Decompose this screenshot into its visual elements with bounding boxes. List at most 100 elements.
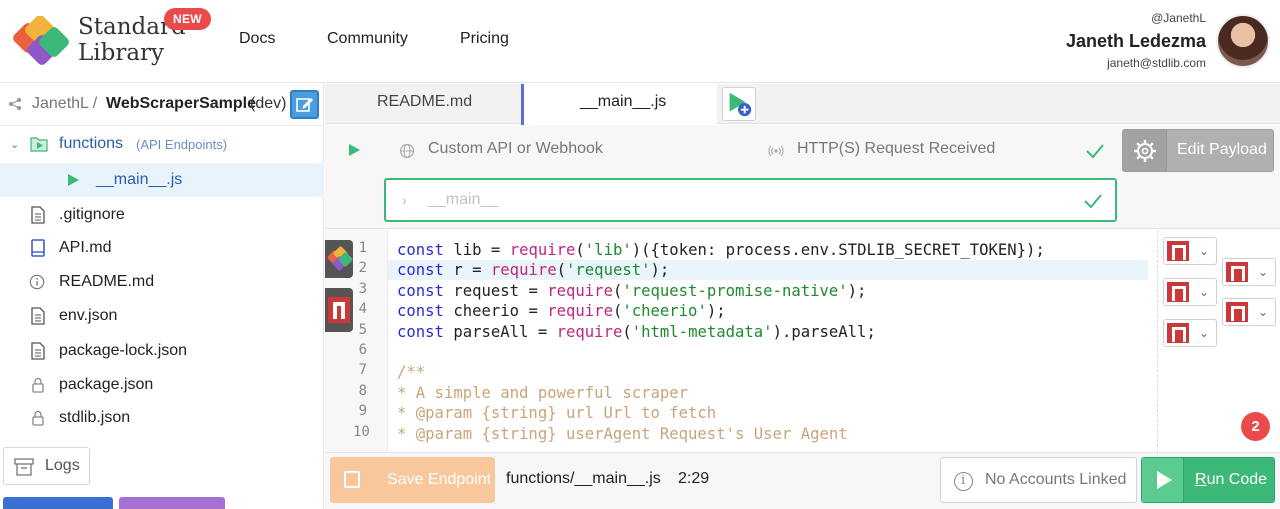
nav-docs-link[interactable]: Docs xyxy=(239,30,275,48)
logs-button[interactable]: Logs xyxy=(3,447,90,485)
run-code-button[interactable]: Run Code xyxy=(1141,457,1275,503)
logs-label: Logs xyxy=(45,457,80,474)
edit-payload-button[interactable]: Edit Payload xyxy=(1122,129,1274,172)
npm-package-dropdown[interactable]: ⌄ xyxy=(1163,319,1217,347)
code-line[interactable]: * A simple and powerful scraper xyxy=(397,383,1157,403)
breadcrumb-owner[interactable]: JanethL / xyxy=(32,95,97,113)
sidebar-item-label: API.md xyxy=(59,239,112,256)
sidebar-item-functions-folder[interactable]: ⌄ functions (API Endpoints) xyxy=(0,127,324,161)
code-token: 'request' xyxy=(566,261,651,280)
code-editor[interactable]: 1 2 3 4 5 6 7 8 9 10 const lib = require('lib')({… xyxy=(325,230,1157,452)
functions-folder-icon xyxy=(30,137,48,152)
npm-icon xyxy=(1167,241,1189,261)
line-number: 7 xyxy=(358,362,367,379)
function-selector[interactable]: › __main__ xyxy=(384,178,1117,222)
code-line[interactable]: /** xyxy=(397,362,1157,382)
code-line[interactable]: * @param {string} userAgent Request's Us… xyxy=(397,424,1157,444)
api-type-label[interactable]: Custom API or Webhook xyxy=(428,140,603,158)
book-icon xyxy=(31,239,45,257)
code-token: const xyxy=(397,261,444,280)
archive-icon xyxy=(14,458,34,476)
add-endpoint-icon xyxy=(729,92,752,117)
code-token: require xyxy=(490,261,557,280)
edit-project-button[interactable] xyxy=(290,90,319,119)
functions-folder-sublabel: (API Endpoints) xyxy=(136,137,228,152)
npm-icon xyxy=(1226,302,1248,322)
chevron-right-icon: › xyxy=(402,192,407,208)
current-file-path: functions/__main__.js xyxy=(506,470,661,487)
bottom-toolbar: Save Endpoint functions/__main__.js 2:29… xyxy=(325,452,1280,509)
sidebar-bottom-button-purple[interactable] xyxy=(119,497,225,509)
sidebar-item-api-md[interactable]: API.md xyxy=(0,231,324,265)
file-sidebar: JanethL / WebScraperSample (dev) ⌄ funct… xyxy=(0,84,324,509)
user-handle: @JanethL xyxy=(1151,11,1206,25)
code-token: ( xyxy=(612,302,623,321)
code-token: ( xyxy=(575,241,585,259)
sidebar-item-label: .gitignore xyxy=(59,206,125,223)
nav-community-link[interactable]: Community xyxy=(327,30,408,48)
npm-package-dropdown[interactable]: ⌄ xyxy=(1222,298,1276,326)
line-number: 10 xyxy=(353,423,370,440)
code-token: require xyxy=(547,302,613,321)
sidebar-item-package-json[interactable]: package.json xyxy=(0,368,324,402)
play-icon[interactable] xyxy=(347,143,361,157)
tab-readme[interactable]: README.md xyxy=(325,84,521,124)
code-token: ( xyxy=(556,261,567,280)
breadcrumb: JanethL / WebScraperSample (dev) xyxy=(0,84,324,126)
code-line[interactable]: const lib = require('lib')({token: proce… xyxy=(397,240,1157,260)
globe-icon xyxy=(399,143,415,159)
user-email: janeth@stdlib.com xyxy=(1107,56,1206,70)
run-code-label-accesskey: R xyxy=(1195,471,1207,488)
chevron-down-icon: ⌄ xyxy=(1198,285,1209,299)
notification-badge[interactable]: 2 xyxy=(1241,412,1270,441)
sidebar-item-gitignore[interactable]: .gitignore xyxy=(0,198,324,232)
sidebar-item-env-json[interactable]: env.json xyxy=(0,299,324,333)
npm-package-marker[interactable] xyxy=(325,288,353,332)
npm-package-dropdown[interactable]: ⌄ xyxy=(1222,258,1276,286)
code-line[interactable]: * @param {string} url Url to fetch xyxy=(397,403,1157,423)
linked-accounts-button[interactable]: No Accounts Linked xyxy=(940,457,1137,503)
gear-icon-box xyxy=(1123,130,1167,171)
npm-package-dropdown[interactable]: ⌄ xyxy=(1163,278,1217,306)
brand-line-2: Library xyxy=(78,40,165,66)
avatar[interactable] xyxy=(1216,14,1270,68)
tab-main-js[interactable]: __main__.js xyxy=(521,84,717,125)
chevron-down-icon[interactable]: ⌄ xyxy=(10,138,20,156)
sidebar-bottom-button-blue[interactable] xyxy=(3,497,113,509)
code-token: ); xyxy=(650,261,670,280)
code-token: )({token: process.env.STDLIB_SECRET_TOKE… xyxy=(631,241,1045,259)
sidebar-item-readme[interactable]: README.md xyxy=(0,265,324,299)
standard-library-logo-icon[interactable] xyxy=(10,16,72,68)
user-name[interactable]: Janeth Ledezma xyxy=(1066,31,1206,52)
info-icon xyxy=(954,472,973,491)
npm-package-dropdown[interactable]: ⌄ xyxy=(1163,237,1217,265)
code-token: const xyxy=(397,281,444,300)
stdlib-package-marker[interactable] xyxy=(325,240,353,278)
document-icon xyxy=(31,342,45,360)
sidebar-item-label: env.json xyxy=(59,307,118,324)
code-line[interactable]: const request = require('request-promise… xyxy=(397,281,1157,301)
stdlib-logo-icon xyxy=(327,246,353,271)
gear-icon xyxy=(1134,140,1156,162)
sidebar-item-label: __main__.js xyxy=(96,171,183,188)
save-endpoint-button[interactable]: Save Endpoint xyxy=(330,457,495,503)
code-line[interactable] xyxy=(397,342,1157,362)
npm-icon xyxy=(1226,262,1248,282)
sidebar-item-package-lock-json[interactable]: package-lock.json xyxy=(0,334,324,368)
add-endpoint-button[interactable] xyxy=(722,87,756,121)
run-icon-box xyxy=(1142,458,1184,502)
share-icon[interactable] xyxy=(8,97,22,111)
line-gutter: 1 2 3 4 5 6 7 8 9 10 xyxy=(325,230,388,452)
sidebar-item-stdlib-json[interactable]: stdlib.json xyxy=(0,401,324,435)
code-token: parseAll = xyxy=(453,322,557,341)
code-line[interactable]: const cheerio = require('cheerio'); xyxy=(397,301,1157,321)
line-number: 9 xyxy=(358,403,367,420)
code-line[interactable]: const r = require('request'); xyxy=(388,260,1148,281)
sidebar-item-main-js[interactable]: __main__.js xyxy=(0,163,324,197)
info-icon xyxy=(29,274,45,290)
nav-pricing-link[interactable]: Pricing xyxy=(460,30,509,48)
line-number: 6 xyxy=(358,342,367,358)
code-line[interactable]: const parseAll = require('html-metadata'… xyxy=(397,322,1157,342)
chevron-down-icon: ⌄ xyxy=(1198,326,1209,340)
save-icon xyxy=(344,471,360,488)
